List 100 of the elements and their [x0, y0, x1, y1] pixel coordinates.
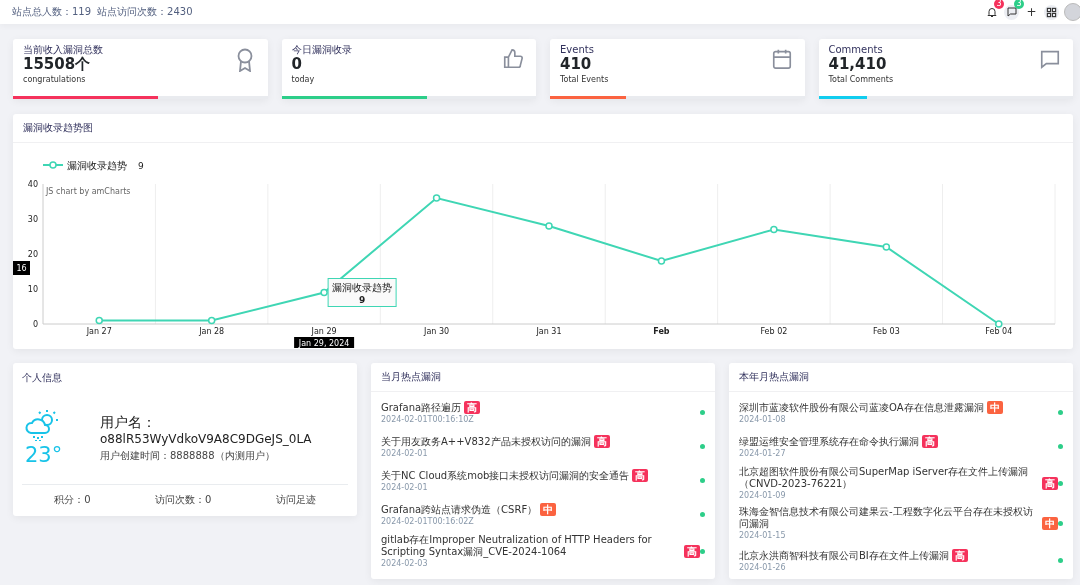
- data-point[interactable]: [95, 316, 103, 325]
- x-tick-label: Jan 31: [536, 327, 562, 336]
- apps-button[interactable]: [1044, 4, 1059, 20]
- stat-title: Comments: [828, 44, 884, 56]
- severity-tag: 中: [986, 400, 1003, 414]
- temperature: 23°: [25, 443, 63, 467]
- vulnerability-date: 2024-02-01: [381, 448, 429, 458]
- status-dot: [1058, 557, 1063, 563]
- x-tick-label: Feb 02: [760, 327, 788, 336]
- vulnerability-title[interactable]: 深圳市蓝凌软件股份有限公司蓝凌OA存在信息泄露漏洞: [739, 401, 984, 414]
- y-tick-label: 30: [27, 215, 38, 224]
- vulnerability-title[interactable]: 关于NC Cloud系统mob接口未授权访问漏洞的安全通告: [381, 469, 630, 482]
- chart-credit: JS chart by amCharts: [46, 187, 131, 196]
- legend-marker-icon: [42, 161, 64, 169]
- status-dot: [700, 548, 705, 554]
- avatar[interactable]: [1064, 3, 1080, 21]
- vulnerability-title[interactable]: 北京永洪商智科技有限公司BI存在文件上传漏洞: [739, 549, 949, 562]
- stat-value: 0: [291, 56, 303, 74]
- vulnerability-title[interactable]: 北京超图软件股份有限公司SuperMap iServer存在文件上传漏洞（CNVD-2023-76221）: [739, 466, 1039, 490]
- status-dot: [1058, 409, 1063, 415]
- x-tick-label: Feb 03: [872, 327, 900, 336]
- stat-caption: today: [291, 75, 316, 85]
- severity-tag: 高: [951, 548, 968, 562]
- severity-tag: 中: [1042, 517, 1058, 530]
- vulnerability-title[interactable]: gitlab存在Improper Neutralization of HTTP Headers for Scripting Syntax漏洞_CVE-2024-1064: [381, 534, 681, 558]
- status-dot: [700, 409, 705, 415]
- data-point[interactable]: [882, 243, 891, 251]
- vulnerability-date: 2024-01-08: [739, 414, 787, 424]
- data-point[interactable]: [432, 194, 441, 202]
- data-point[interactable]: [657, 257, 666, 265]
- account-created: 用户创建时间：8888888（内测用户）: [100, 448, 276, 463]
- stat-title: 今日漏洞收录: [291, 44, 352, 56]
- y-tick-label: 0: [32, 320, 38, 329]
- severity-tag: 高: [593, 434, 610, 448]
- vulnerability-title[interactable]: 关于用友政务A++V832产品未授权访问的漏洞: [381, 435, 591, 448]
- x-cursor-label: Jan 29, 2024: [294, 337, 355, 348]
- vulnerability-date: 2024-01-09: [739, 491, 787, 500]
- stat-title: 当前收入漏洞总数: [23, 44, 103, 56]
- status-dot: [1058, 443, 1063, 449]
- bell-icon: [985, 6, 998, 18]
- vulnerability-title[interactable]: Grafana路径遍历: [381, 401, 462, 414]
- vulnerability-title[interactable]: Grafana跨站点请求伪造（CSRF）: [381, 503, 538, 516]
- username-label: 用户名：: [100, 413, 157, 432]
- severity-tag: 中: [540, 502, 557, 516]
- data-point[interactable]: [770, 225, 778, 234]
- vulnerability-date: 2024-02-03: [381, 559, 429, 568]
- vulnerability-date: 2024-01-26: [739, 562, 787, 572]
- x-tick-label: Jan 29: [311, 327, 337, 336]
- vulnerability-date: 2024-01-15: [739, 531, 787, 540]
- messages-button[interactable]: [1004, 4, 1019, 20]
- panel-title: 当月热点漏洞: [371, 363, 715, 392]
- vulnerability-date: 2024-02-01: [381, 482, 429, 492]
- y-cursor-label: 16: [13, 261, 30, 275]
- username: o88lR53WyVdkoV9A8C9DGeJS_0LA: [100, 431, 312, 446]
- y-tick-label: 40: [27, 180, 38, 189]
- stat-caption: congratulations: [23, 75, 87, 85]
- add-button[interactable]: +: [1024, 4, 1039, 20]
- x-tick-label: Feb: [653, 327, 670, 336]
- comment-icon: [1039, 48, 1061, 70]
- data-point[interactable]: [995, 320, 1003, 328]
- vulnerability-date: 2024-02-01T00:16:10Z: [381, 414, 475, 424]
- stat-value: 41,410: [828, 56, 888, 74]
- x-tick-label: Jan 27: [86, 327, 112, 336]
- status-dot: [1058, 520, 1063, 526]
- status-dot: [700, 477, 705, 483]
- chart-tooltip: 漏洞收录趋势 9: [327, 278, 397, 307]
- data-point[interactable]: [207, 316, 216, 325]
- y-tick-label: 20: [27, 250, 38, 259]
- notification-count-badge: 3: [994, 0, 1004, 9]
- stat-value: 410: [560, 56, 593, 74]
- site-users-count: 站点总人数：119: [12, 5, 92, 19]
- chat-icon: [1005, 6, 1018, 18]
- vulnerability-title[interactable]: 珠海金智信息技术有限公司建果云-工程数字化云平台存在未授权访问漏洞: [739, 506, 1039, 530]
- status-dot: [1058, 480, 1063, 486]
- stat-caption: Total Events: [560, 75, 609, 85]
- panel-title: 漏洞收录趋势图: [13, 114, 1073, 143]
- panel-title: 个人信息: [22, 371, 63, 385]
- severity-tag: 高: [1042, 477, 1058, 490]
- x-tick-label: Feb 04: [985, 327, 1013, 336]
- visit-count: 访问次数：0: [155, 493, 212, 507]
- footprint-link[interactable]: 访问足迹: [275, 493, 316, 507]
- severity-tag: 高: [922, 434, 938, 448]
- status-dot: [700, 443, 705, 449]
- vulnerability-title[interactable]: 绿盟运维安全管理系统存在命令执行漏洞: [739, 435, 919, 448]
- severity-tag: 高: [632, 468, 649, 482]
- points-count: 积分：0: [54, 493, 91, 507]
- site-visits-count: 站点访问次数：2430: [97, 5, 193, 19]
- vulnerability-date: 2024-01-27: [739, 448, 787, 458]
- data-point[interactable]: [320, 288, 328, 297]
- stat-caption: Total Comments: [828, 75, 894, 85]
- stat-title: Events: [560, 44, 595, 56]
- y-tick-label: 10: [27, 285, 38, 294]
- x-tick-label: Jan 28: [199, 327, 225, 336]
- weather-icon: [25, 409, 61, 443]
- x-tick-label: Jan 30: [424, 327, 450, 336]
- stat-value: 15508个: [23, 56, 92, 74]
- data-point[interactable]: [545, 222, 553, 230]
- severity-tag: 高: [464, 400, 481, 414]
- thumbs-up-icon: [502, 48, 524, 70]
- grid-icon: [1046, 6, 1057, 18]
